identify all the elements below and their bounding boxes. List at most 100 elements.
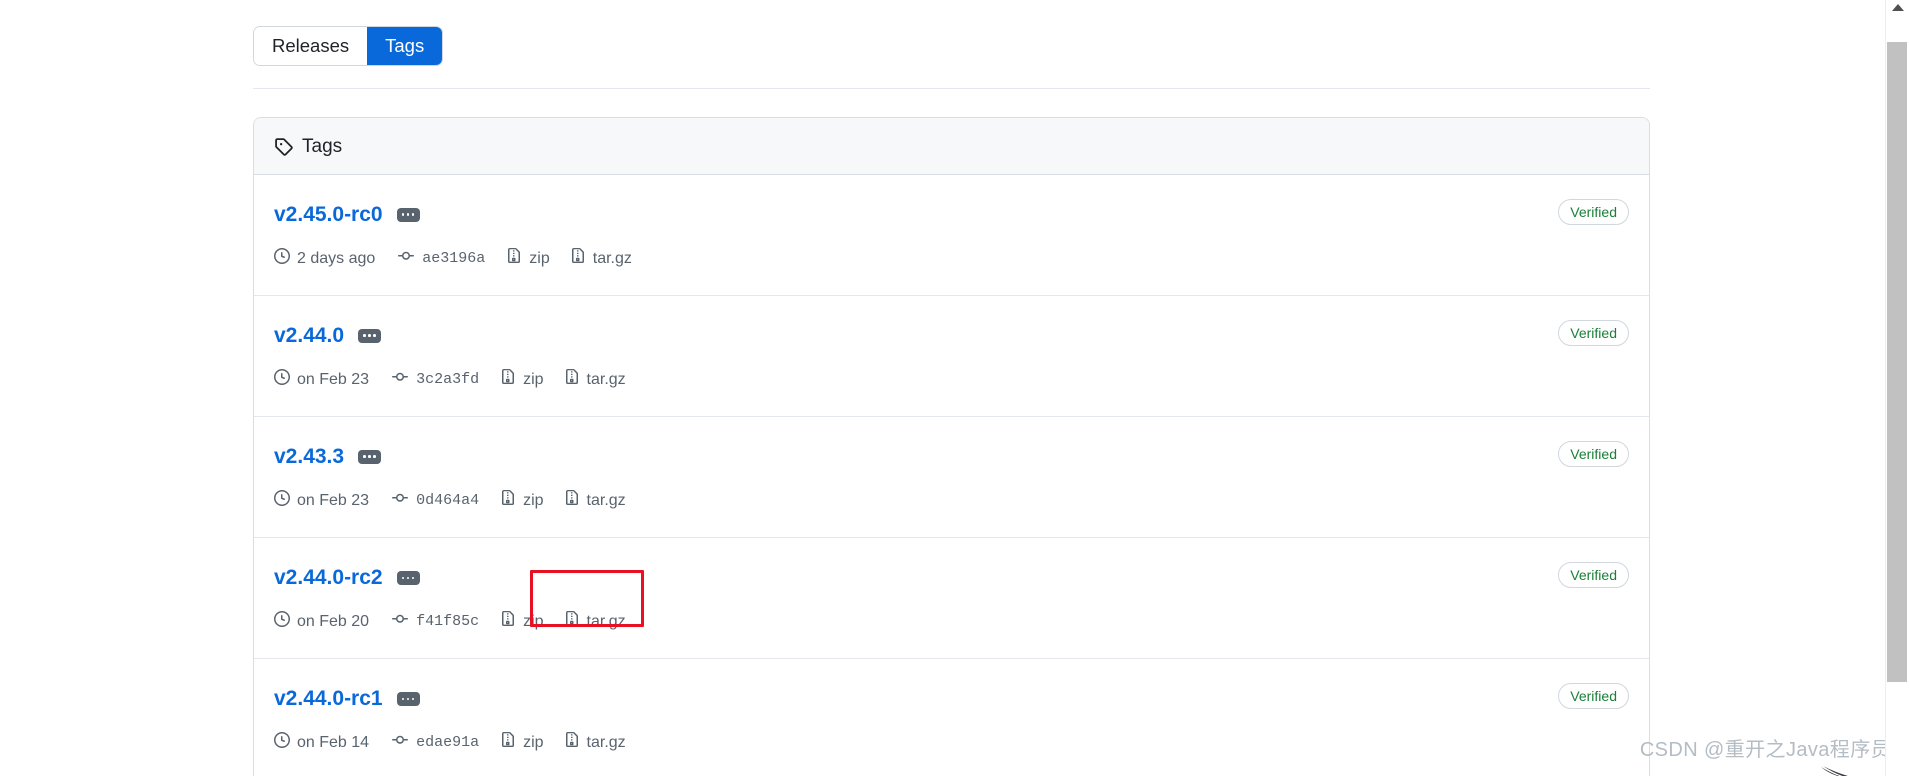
tag-meta-row: 2 days ago ae3196a zip tar.gz (274, 248, 1629, 269)
tag-name-link[interactable]: v2.44.0-rc2 (274, 566, 383, 589)
tag-download-zip[interactable]: zip (500, 369, 544, 390)
tag-zip-label: zip (523, 370, 544, 388)
commit-icon (391, 732, 409, 753)
tag-date: on Feb 23 (274, 490, 369, 511)
tag-ellipsis-button[interactable] (396, 691, 420, 706)
tag-name-link[interactable]: v2.43.3 (274, 445, 344, 468)
status-badge: Verified (1558, 320, 1629, 347)
file-zip-icon (500, 611, 516, 632)
table-row: v2.44.0-rc1 on Feb 14 edae91a zip tar.gz… (254, 659, 1649, 776)
releases-tags-toggle[interactable]: Releases Tags (253, 26, 444, 66)
tag-date-label: on Feb 14 (297, 733, 370, 751)
tag-commit[interactable]: ae3196a (397, 248, 485, 269)
tag-commit[interactable]: 3c2a3fd (391, 369, 479, 390)
tag-commit[interactable]: f41f85c (391, 611, 479, 632)
tag-download-zip[interactable]: zip (500, 611, 544, 632)
tab-releases[interactable]: Releases (254, 27, 368, 65)
tag-date: on Feb 14 (274, 732, 369, 753)
tag-title-line: v2.44.0 (274, 324, 1629, 347)
tag-icon (274, 137, 293, 156)
tag-download-targz[interactable]: tar.gz (564, 611, 626, 632)
commit-icon (391, 490, 409, 511)
tags-panel-header: Tags (254, 118, 1649, 175)
tag-title-line: v2.44.0-rc2 (274, 566, 1629, 589)
tag-commit-sha: f41f85c (416, 613, 480, 631)
header-divider (253, 88, 1650, 89)
tab-tags[interactable]: Tags (367, 27, 443, 65)
tag-download-targz[interactable]: tar.gz (564, 732, 626, 753)
scrollbar-thumb[interactable] (1887, 42, 1907, 682)
file-zip-icon (564, 611, 580, 632)
tag-date: on Feb 20 (274, 611, 369, 632)
tag-targz-label: tar.gz (586, 612, 626, 630)
status-badge: Verified (1558, 199, 1629, 225)
tag-commit[interactable]: edae91a (391, 732, 479, 753)
tag-title-line: v2.44.0-rc1 (274, 687, 1629, 710)
file-zip-icon (500, 732, 516, 753)
watermark-text: CSDN @重开之Java程序员 (1639, 739, 1891, 761)
table-row: v2.44.0-rc2 on Feb 20 f41f85c zip tar.gz… (254, 538, 1649, 660)
commit-icon (391, 611, 409, 632)
tag-ellipsis-button[interactable] (358, 449, 382, 464)
commit-icon (397, 248, 415, 269)
tags-panel: Tags v2.45.0-rc0 2 days ago ae3196a zip … (253, 117, 1650, 776)
tag-targz-label: tar.gz (586, 733, 626, 751)
clock-icon (274, 490, 290, 511)
table-row: v2.44.0 on Feb 23 3c2a3fd zip tar.gz Ver… (254, 296, 1649, 418)
status-badge: Verified (1558, 441, 1629, 468)
tags-panel-title: Tags (302, 135, 343, 157)
table-row: v2.43.3 on Feb 23 0d464a4 zip tar.gz Ver… (254, 417, 1649, 539)
file-zip-icon (564, 732, 580, 753)
tag-meta-row: on Feb 20 f41f85c zip tar.gz (274, 611, 1629, 632)
tag-zip-label: zip (523, 612, 544, 630)
tag-download-targz[interactable]: tar.gz (570, 248, 632, 269)
file-zip-icon (500, 369, 516, 390)
tag-download-zip[interactable]: zip (506, 248, 550, 269)
tag-download-targz[interactable]: tar.gz (564, 490, 626, 511)
tag-download-targz[interactable]: tar.gz (564, 369, 626, 390)
tag-ellipsis-button[interactable] (396, 570, 420, 585)
tag-download-zip[interactable]: zip (500, 732, 544, 753)
file-zip-icon (506, 248, 522, 269)
tag-commit-sha: edae91a (416, 734, 480, 752)
tag-date-label: on Feb 23 (297, 491, 370, 509)
file-zip-icon (564, 490, 580, 511)
file-zip-icon (500, 490, 516, 511)
file-zip-icon (564, 369, 580, 390)
scroll-up-arrow-icon[interactable] (1892, 4, 1904, 11)
tag-title-line: v2.43.3 (274, 445, 1629, 468)
table-row: v2.45.0-rc0 2 days ago ae3196a zip tar.g… (254, 175, 1649, 297)
tag-download-zip[interactable]: zip (500, 490, 544, 511)
clock-icon (274, 732, 290, 753)
page-root: Releases Tags Tags v2.45.0-rc0 2 days ag… (0, 0, 1909, 776)
tag-name-link[interactable]: v2.44.0 (274, 324, 344, 347)
tag-targz-label: tar.gz (586, 491, 626, 509)
vertical-scrollbar[interactable] (1885, 0, 1909, 776)
tag-zip-label: zip (523, 733, 544, 751)
tag-date: on Feb 23 (274, 369, 369, 390)
tag-zip-label: zip (523, 491, 544, 509)
tag-date: 2 days ago (274, 248, 375, 269)
tag-ellipsis-button[interactable] (358, 328, 382, 343)
tag-commit-sha: ae3196a (422, 250, 486, 268)
file-zip-icon (570, 248, 586, 269)
tag-commit-sha: 3c2a3fd (416, 371, 480, 389)
tag-meta-row: on Feb 23 0d464a4 zip tar.gz (274, 490, 1629, 511)
tag-name-link[interactable]: v2.45.0-rc0 (274, 203, 383, 226)
tag-meta-row: on Feb 14 edae91a zip tar.gz (274, 732, 1629, 753)
tag-date-label: on Feb 20 (297, 612, 370, 630)
tag-date-label: 2 days ago (297, 249, 376, 267)
tag-ellipsis-button[interactable] (396, 207, 420, 222)
commit-icon (391, 369, 409, 390)
tag-zip-label: zip (529, 249, 550, 267)
clock-icon (274, 369, 290, 390)
tag-targz-label: tar.gz (586, 370, 626, 388)
clock-icon (274, 611, 290, 632)
tag-name-link[interactable]: v2.44.0-rc1 (274, 687, 383, 710)
tag-title-line: v2.45.0-rc0 (274, 203, 1629, 226)
clock-icon (274, 248, 290, 269)
status-badge: Verified (1558, 683, 1629, 710)
status-badge: Verified (1558, 562, 1629, 589)
tag-targz-label: tar.gz (592, 249, 632, 267)
tag-commit[interactable]: 0d464a4 (391, 490, 479, 511)
